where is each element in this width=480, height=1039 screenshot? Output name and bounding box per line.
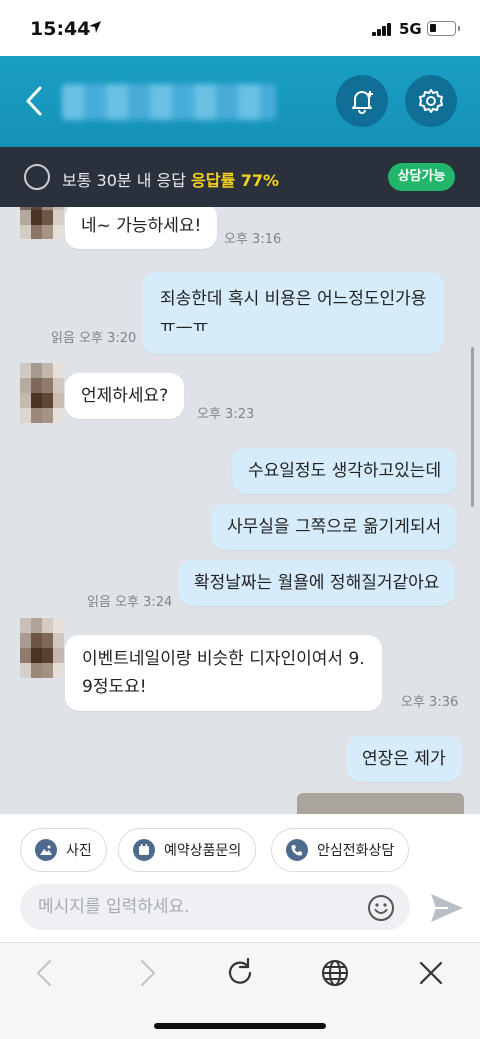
message-time: 오후 3:36 <box>401 695 459 710</box>
clock-icon <box>24 164 50 190</box>
reload-icon[interactable] <box>222 955 258 991</box>
battery-low-icon <box>427 21 460 36</box>
location-arrow-icon <box>89 21 101 33</box>
response-time-label: 보통 30분 내 응답 <box>62 171 186 190</box>
response-rate: 응답률 77% <box>191 171 280 190</box>
outgoing-message: 확정날짜는 월욜에 정해질거같아요 <box>178 560 456 606</box>
consult-available-badge: 상담가능 <box>388 163 455 191</box>
notification-add-button[interactable] <box>336 75 388 127</box>
chat-header <box>0 56 480 147</box>
message-time: 오후 3:16 <box>224 232 282 247</box>
outgoing-message: 죄송한데 혹시 비용은 어느정도인가용 ㅠ—ㅠ <box>142 272 445 354</box>
read-receipt: 읽음 오후 3:20 <box>51 331 137 346</box>
send-icon[interactable] <box>428 891 466 925</box>
calendar-icon <box>133 839 155 861</box>
incoming-message: 이벤트네일이랑 비슷한 디자인이여서 9. 9정도요! <box>65 635 382 711</box>
incoming-message: 언제하세요? <box>65 373 185 419</box>
home-indicator[interactable] <box>154 1023 326 1029</box>
message-composer <box>0 884 480 942</box>
incoming-message: 네~ 가능하세요! <box>65 207 218 249</box>
reservation-inquiry-button[interactable]: 예약상품문의 <box>118 828 257 872</box>
avatar[interactable] <box>20 207 64 239</box>
scrollbar[interactable] <box>471 347 474 507</box>
network-type: 5G <box>399 20 422 38</box>
signal-bars-icon <box>372 23 392 36</box>
photo-button-label: 사진 <box>66 843 92 859</box>
avatar[interactable] <box>20 363 64 423</box>
photo-button[interactable]: 사진 <box>20 828 107 872</box>
reservation-inquiry-label: 예약상품문의 <box>164 843 242 859</box>
status-time: 15:44 <box>30 18 91 40</box>
close-icon[interactable] <box>413 955 449 991</box>
safe-call-label: 안심전화상담 <box>317 843 395 859</box>
response-info-bar: 보통 30분 내 응답 응답률 77% 상담가능 <box>0 147 480 207</box>
message-line: 이벤트네일이랑 비슷한 디자인이여서 9. <box>82 649 365 669</box>
bell-plus-icon <box>352 91 373 114</box>
outgoing-message: 사무실을 그쪽으로 옮기게되서 <box>211 504 458 550</box>
message-line: ㅠ—ㅠ <box>160 317 209 337</box>
outgoing-message: 연장은 제가 <box>346 736 462 782</box>
chevron-left-icon[interactable] <box>20 84 50 118</box>
forward-arrow-icon[interactable] <box>128 955 164 991</box>
gear-icon <box>419 89 443 113</box>
message-line: 죄송한데 혹시 비용은 어느정도인가용 <box>160 289 427 309</box>
phone-icon <box>286 839 308 861</box>
chat-partner-name-blurred <box>62 84 276 120</box>
message-input[interactable] <box>20 884 410 930</box>
smile-icon[interactable] <box>366 893 396 923</box>
globe-icon[interactable] <box>317 955 353 991</box>
message-time: 오후 3:23 <box>197 407 255 422</box>
image-message-thumbnail[interactable] <box>297 793 464 814</box>
status-bar: 15:44 5G <box>0 0 480 56</box>
photo-icon <box>35 839 57 861</box>
back-arrow-icon[interactable] <box>28 955 64 991</box>
safe-call-button[interactable]: 안심전화상담 <box>271 828 410 872</box>
read-receipt: 읽음 오후 3:24 <box>87 595 173 610</box>
avatar[interactable] <box>20 618 64 678</box>
message-line: 9정도요! <box>82 677 147 697</box>
settings-button[interactable] <box>405 75 457 127</box>
message-list[interactable]: 네~ 가능하세요! 오후 3:16 죄송한데 혹시 비용은 어느정도인가용 ㅠ—… <box>0 207 480 814</box>
outgoing-message: 수요일정도 생각하고있는데 <box>232 448 458 494</box>
response-time-text: 보통 30분 내 응답 응답률 77% <box>62 167 279 191</box>
browser-toolbar <box>0 942 480 1039</box>
quick-action-bar: 사진 예약상품문의 안심전화상담 <box>0 814 480 884</box>
